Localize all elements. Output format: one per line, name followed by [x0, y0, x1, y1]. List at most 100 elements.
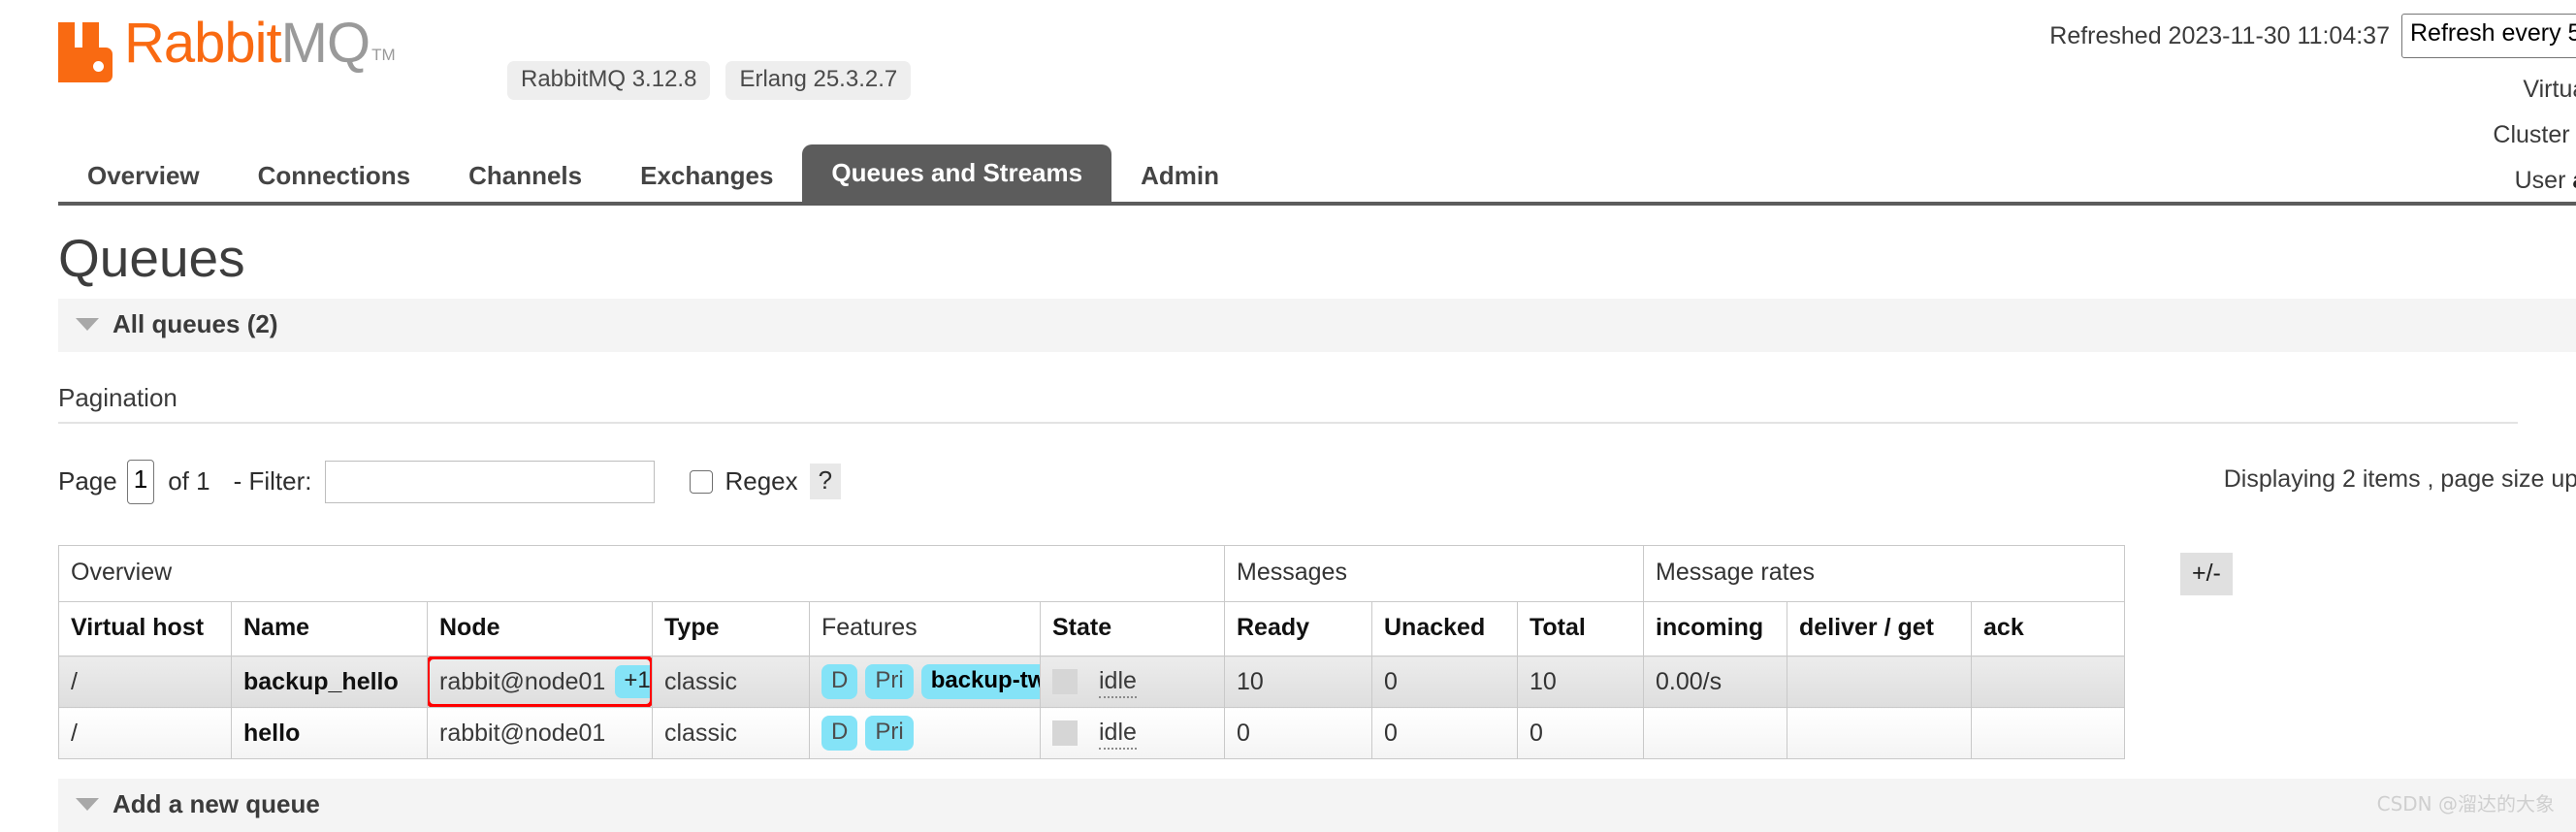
node-extra-badge: +1	[615, 665, 652, 699]
queues-table-wrap: Overview Messages Message rates Virtual …	[58, 544, 2576, 760]
refresh-interval-select[interactable]: Refresh every 5 seconds	[2401, 14, 2576, 58]
pagination-label: Pagination	[58, 383, 2518, 424]
trademark-symbol: TM	[371, 46, 396, 64]
toggle-columns-button[interactable]: +/-	[2180, 552, 2233, 595]
col-unacked[interactable]: Unacked	[1371, 600, 1518, 657]
col-type[interactable]: Type	[652, 600, 810, 657]
regex-label: Regex	[724, 466, 798, 496]
table-row: / hello rabbit@node01 classic D Pri idle …	[58, 707, 2126, 760]
feature-badge-priority: Pri	[865, 716, 914, 752]
col-state[interactable]: State	[1040, 600, 1225, 657]
cell-deliver-get	[1787, 707, 1973, 760]
refresh-row: Refreshed 2023-11-30 11:04:37 Refresh ev…	[2049, 0, 2576, 58]
cell-node: rabbit@node01 +1	[427, 656, 653, 709]
cell-queue-name[interactable]: backup_hello	[231, 656, 428, 709]
cell-features: D Pri	[809, 707, 1041, 760]
regex-help-icon[interactable]: ?	[809, 464, 842, 500]
cell-total: 10	[1516, 656, 1645, 709]
col-ready[interactable]: Ready	[1224, 600, 1372, 657]
cell-incoming	[1643, 707, 1788, 760]
state-label: idle	[1099, 666, 1137, 698]
tab-channels[interactable]: Channels	[439, 149, 611, 204]
cell-queue-name[interactable]: hello	[231, 707, 428, 760]
col-virtual-host[interactable]: Virtual host	[58, 600, 232, 657]
node-name: rabbit@node01	[439, 719, 606, 747]
state-color-swatch	[1052, 669, 1078, 695]
logo-word-mq: MQ	[280, 12, 370, 75]
rabbit-logo-icon	[58, 22, 118, 82]
version-pills: RabbitMQ 3.12.8 Erlang 25.3.2.7	[507, 61, 912, 101]
cell-vhost: /	[58, 707, 232, 760]
watermark: CSDN @溜达的大象	[2376, 792, 2555, 816]
feature-badge-policy: backup-two	[920, 664, 1040, 700]
all-queues-section-header[interactable]: All queues (2)	[58, 298, 2576, 352]
table-group-header-row: Overview Messages Message rates	[58, 544, 2126, 603]
col-incoming[interactable]: incoming	[1643, 600, 1788, 657]
cell-ready: 10	[1224, 656, 1372, 709]
tab-admin[interactable]: Admin	[1111, 149, 1248, 204]
queues-table: Overview Messages Message rates Virtual …	[58, 544, 2126, 760]
regex-checkbox[interactable]	[690, 469, 714, 494]
virtual-host-line: Virtual host	[2523, 76, 2576, 103]
page-number-select[interactable]: 1	[126, 459, 155, 504]
cell-state: idle	[1040, 656, 1225, 709]
cell-ack	[1971, 707, 2126, 760]
rabbitmq-logo[interactable]: RabbitMQ TM	[58, 12, 396, 87]
pagination-block: Pagination Page 1 of 1 - Filter: Regex ?…	[58, 383, 2576, 504]
filter-label: - Filter:	[233, 466, 312, 496]
add-queue-label: Add a new queue	[113, 789, 320, 819]
col-features: Features	[809, 600, 1041, 657]
group-header-overview: Overview	[58, 544, 1225, 603]
cell-ready: 0	[1224, 707, 1372, 760]
cell-unacked: 0	[1371, 707, 1518, 760]
cell-deliver-get	[1787, 656, 1973, 709]
col-deliver-get[interactable]: deliver / get	[1787, 600, 1973, 657]
chevron-down-icon[interactable]	[76, 317, 99, 331]
tab-queues-and-streams[interactable]: Queues and Streams	[802, 144, 1112, 204]
table-row: / backup_hello rabbit@node01 +1 classic …	[58, 656, 2126, 709]
feature-badge-durable: D	[821, 664, 858, 700]
page-total-label: of 1	[168, 466, 210, 496]
state-label: idle	[1099, 718, 1137, 750]
displaying-items-text: Displaying 2 items , page size up to	[2223, 464, 2576, 493]
pagination-controls: Page 1 of 1 - Filter: Regex ? Displaying…	[58, 459, 2576, 504]
queues-table-body: / backup_hello rabbit@node01 +1 classic …	[58, 656, 2126, 760]
cell-incoming: 0.00/s	[1643, 656, 1788, 709]
state-color-swatch	[1052, 720, 1078, 747]
cell-features: DPribackup-two	[809, 656, 1041, 709]
all-queues-label: All queues (2)	[113, 308, 278, 338]
erlang-version-pill: Erlang 25.3.2.7	[725, 61, 912, 101]
cell-state: idle	[1040, 707, 1225, 760]
col-ack[interactable]: ack	[1971, 600, 2126, 657]
logo-word-rabbit: Rabbit	[124, 12, 282, 75]
tab-connections[interactable]: Connections	[229, 149, 439, 204]
cell-node: rabbit@node01	[427, 707, 653, 760]
cell-type: classic	[652, 707, 810, 760]
tab-overview[interactable]: Overview	[58, 149, 229, 204]
cell-unacked: 0	[1371, 656, 1518, 709]
chevron-down-icon[interactable]	[76, 798, 99, 812]
logo-wordmark: RabbitMQ TM	[124, 12, 396, 87]
group-header-messages: Messages	[1223, 544, 1645, 603]
rabbitmq-version-pill: RabbitMQ 3.12.8	[507, 61, 711, 101]
node-name: rabbit@node01	[439, 667, 606, 695]
col-node[interactable]: Node	[427, 600, 653, 657]
col-total[interactable]: Total	[1516, 600, 1645, 657]
page-title: Queues	[58, 228, 245, 288]
add-queue-section-header[interactable]: Add a new queue	[58, 779, 2576, 832]
main-navigation: Overview Connections Channels Exchanges …	[0, 136, 2576, 204]
cell-vhost: /	[58, 656, 232, 709]
tab-exchanges[interactable]: Exchanges	[611, 149, 802, 204]
filter-input[interactable]	[325, 460, 656, 503]
col-name[interactable]: Name	[231, 600, 428, 657]
group-header-message-rates: Message rates	[1643, 544, 2126, 603]
feature-badge-durable: D	[821, 716, 858, 752]
page-header: RabbitMQ TM RabbitMQ 3.12.8 Erlang 25.3.2…	[0, 0, 2576, 194]
main-content: Queues All queues (2) Pagination Page 1 …	[0, 206, 2576, 832]
page-label: Page	[58, 466, 117, 496]
table-column-header-row: Virtual host Name Node Type Features Sta…	[58, 600, 2126, 657]
cell-total: 0	[1516, 707, 1645, 760]
feature-badge-priority: Pri	[865, 664, 914, 700]
cell-ack	[1971, 656, 2126, 709]
refreshed-timestamp: Refreshed 2023-11-30 11:04:37	[2049, 21, 2390, 49]
